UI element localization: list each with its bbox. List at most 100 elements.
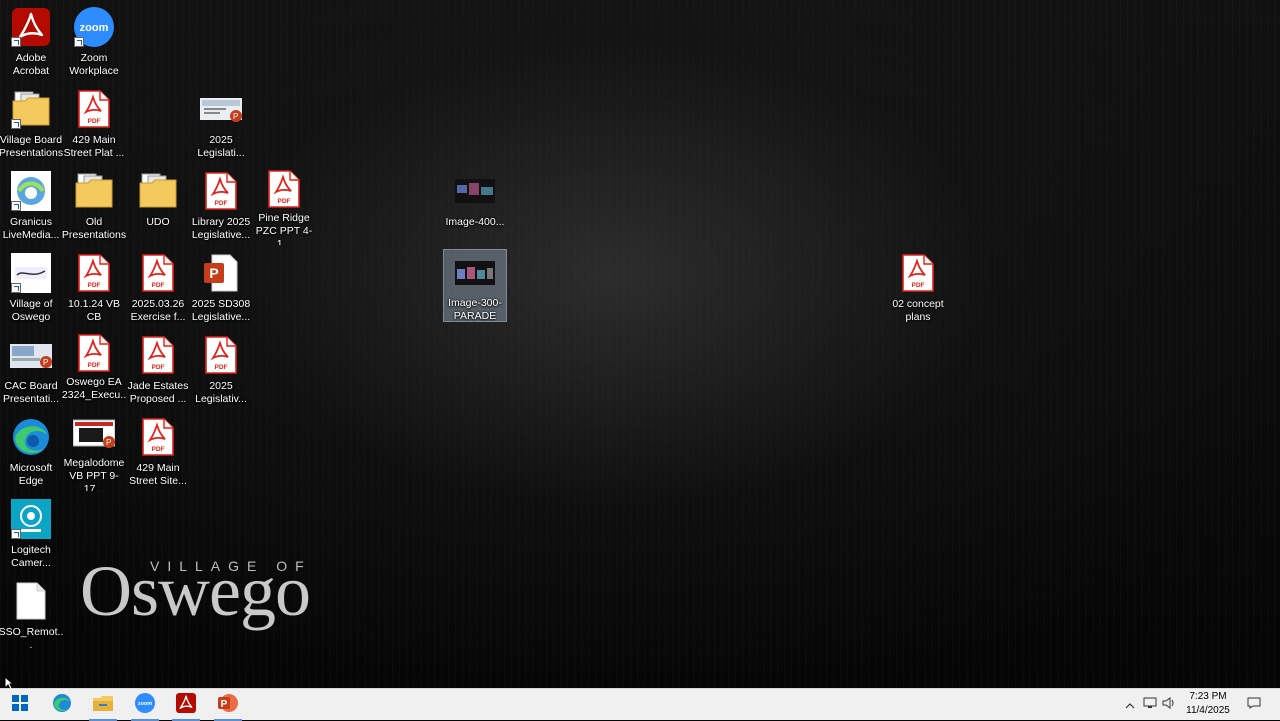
icon-label: 429 Main Street Site...: [129, 462, 187, 487]
desktop-icon-pine-ridge-pzc[interactable]: PDF Pine Ridge PZC PPT 4-1...: [253, 167, 315, 245]
svg-text:P: P: [43, 358, 48, 367]
desktop-icon-library-2025-legislative[interactable]: PDF Library 2025 Legislative...: [190, 167, 252, 245]
edge-icon: [10, 416, 52, 458]
desktop-icon-429-main-street-plat[interactable]: PDF 429 Main Street Plat ...: [63, 85, 125, 163]
oswego-thumbnail-icon: [10, 252, 52, 294]
icon-label: 2025 Legislativ...: [195, 380, 247, 405]
clock-date: 11/4/2025: [1186, 705, 1230, 716]
show-hidden-icons-button[interactable]: [1122, 689, 1138, 721]
svg-text:P: P: [209, 265, 218, 281]
svg-text:PDF: PDF: [215, 364, 228, 371]
speaker-icon: [1162, 696, 1176, 714]
icon-label: UDO: [146, 216, 170, 228]
file-explorer-icon: [93, 695, 113, 716]
shortcut-arrow-icon: [11, 37, 21, 47]
desktop-icon-image-400[interactable]: Image-400...: [444, 167, 506, 245]
desktop-icon-429-main-street-site[interactable]: PDF 429 Main Street Site...: [127, 413, 189, 491]
wallpaper-village-of-oswego-logo: VILLAGE OF Oswego: [80, 551, 340, 636]
desktop-icon-sso-remote[interactable]: SSO_Remot...: [0, 577, 64, 655]
volume-button[interactable]: [1161, 689, 1177, 721]
icon-label: 10.1.24 VB CB: [68, 298, 120, 323]
desktop-icon-02-concept-plans[interactable]: PDF 02 concept plans: [887, 249, 949, 327]
shortcut-arrow-icon: [11, 201, 21, 211]
svg-text:PDF: PDF: [152, 282, 165, 289]
taskbar-acrobat-button[interactable]: [166, 689, 206, 721]
svg-text:P: P: [221, 699, 228, 710]
ppt-thumbnail-icon: P: [73, 416, 115, 453]
svg-text:PDF: PDF: [215, 200, 228, 207]
desktop-icon-megalodome[interactable]: P Megalodome VB PPT 9-17...: [63, 413, 125, 491]
taskbar-clock[interactable]: 7:23 PM 11/4/2025: [1180, 690, 1236, 718]
icon-label: 2025.03.26 Exercise f...: [130, 298, 186, 323]
shortcut-arrow-icon: [11, 283, 21, 293]
mouse-cursor-icon: [4, 675, 15, 688]
logo-main-text: Oswego: [80, 551, 311, 631]
taskbar-file-explorer-button[interactable]: [83, 689, 123, 721]
shortcut-arrow-icon: [74, 37, 84, 47]
icon-label: Pine Ridge PZC PPT 4-1...: [255, 212, 313, 245]
shortcut-arrow-icon: [11, 529, 21, 539]
icon-label: Zoom Workplace: [69, 52, 119, 77]
desktop-icon-2025-03-26-exercise[interactable]: PDF 2025.03.26 Exercise f...: [127, 249, 189, 327]
desktop-icon-granicus[interactable]: Granicus LiveMedia...: [0, 167, 62, 245]
taskbar-edge-button[interactable]: [42, 689, 82, 721]
desktop-icon-2025-sd308-legislative[interactable]: P 2025 SD308 Legislative...: [190, 249, 252, 327]
desktop-icon-cac-board-presentation[interactable]: P CAC Board Presentati...: [0, 331, 62, 409]
desktop-icon-adobe-acrobat[interactable]: Adobe Acrobat: [0, 3, 62, 81]
desktop-icon-zoom-workplace[interactable]: zoom Zoom Workplace: [63, 3, 125, 81]
desktop-icon-jade-estates[interactable]: PDF Jade Estates Proposed ...: [127, 331, 189, 409]
taskbar-powerpoint-button[interactable]: P: [208, 689, 248, 721]
image-thumbnail-icon: [454, 170, 496, 212]
folder-icon: [73, 170, 115, 212]
acrobat-icon: [10, 6, 52, 48]
svg-text:PDF: PDF: [88, 362, 101, 369]
desktop-icon-image-300-parade[interactable]: Image-300-PARADE: [443, 249, 507, 322]
network-icon: [1143, 696, 1157, 714]
network-button[interactable]: [1142, 689, 1158, 721]
svg-text:PDF: PDF: [88, 118, 101, 125]
taskbar-zoom-button[interactable]: zoom: [125, 689, 165, 721]
desktop-icon-oswego-ea[interactable]: PDF Oswego EA 2324_Execu...: [62, 331, 126, 409]
icon-label: CAC Board Presentati...: [2, 380, 60, 405]
desktop-icon-old-presentations[interactable]: Old Presentations: [61, 167, 127, 245]
start-button[interactable]: [0, 689, 40, 721]
desktop-icon-microsoft-edge[interactable]: Microsoft Edge: [0, 413, 62, 491]
icon-label: Village of Oswego: [9, 298, 53, 323]
edge-icon: [52, 693, 72, 718]
desktop[interactable]: Adobe Acrobat Village Board Presentation…: [0, 0, 1280, 688]
desktop-icon-village-board-presentations[interactable]: Village Board Presentations: [0, 85, 63, 163]
granicus-icon: [10, 170, 52, 212]
notification-icon: [1247, 696, 1261, 714]
shortcut-arrow-icon: [11, 119, 21, 129]
desktop-icon-logitech-camera[interactable]: Logitech Camer...: [0, 495, 62, 573]
icon-label: Library 2025 Legislative...: [191, 216, 251, 241]
icon-label: Image-400...: [445, 216, 505, 228]
svg-text:zoom: zoom: [80, 22, 109, 34]
chevron-up-icon: [1125, 696, 1135, 714]
logitech-camera-icon: [10, 498, 52, 540]
folder-icon: [137, 170, 179, 212]
icon-label: Megalodome VB PPT 9-17...: [63, 456, 125, 491]
acrobat-icon: [176, 692, 196, 718]
icon-label: SSO_Remot...: [0, 626, 64, 651]
svg-text:PDF: PDF: [912, 282, 925, 289]
folder-icon: [10, 88, 52, 130]
taskbar: zoom P 7:23 PM 11/4/2025: [0, 688, 1280, 721]
icon-label: Jade Estates Proposed ...: [127, 380, 189, 405]
pdf-file-icon: PDF: [200, 334, 242, 376]
icon-label: Old Presentations: [61, 216, 127, 241]
svg-text:zoom: zoom: [138, 701, 152, 707]
desktop-icon-udo[interactable]: UDO: [127, 167, 189, 245]
powerpoint-icon: P: [218, 693, 238, 718]
icon-label: Granicus LiveMedia...: [2, 216, 60, 241]
desktop-icon-10-1-24-vb-cb[interactable]: PDF 10.1.24 VB CB: [63, 249, 125, 327]
desktop-icon-village-of-oswego[interactable]: Village of Oswego: [0, 249, 62, 327]
svg-text:PDF: PDF: [152, 364, 165, 371]
icon-label: 2025 Legislati...: [197, 134, 245, 159]
desktop-icon-2025-legislativ[interactable]: PDF 2025 Legislativ...: [190, 331, 252, 409]
icon-label: Logitech Camer...: [11, 544, 51, 569]
powerpoint-file-icon: P: [200, 252, 242, 294]
clock-time: 7:23 PM: [1189, 691, 1227, 702]
notifications-button[interactable]: [1244, 689, 1264, 721]
desktop-icon-2025-legislative-ppt[interactable]: P 2025 Legislati...: [190, 85, 252, 163]
